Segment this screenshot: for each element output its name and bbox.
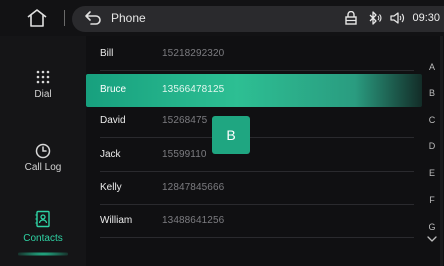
contact-number: 15218292320 xyxy=(162,48,225,59)
clock-icon xyxy=(35,143,51,159)
bluetooth-icon xyxy=(370,11,382,25)
contact-name: David xyxy=(100,115,126,126)
clock: 09:30 xyxy=(412,12,440,24)
contact-name: William xyxy=(100,215,133,226)
contact-row[interactable]: William 13488641256 xyxy=(100,205,414,238)
contact-row[interactable]: Kelly 12847845666 xyxy=(100,172,414,205)
page-title: Phone xyxy=(111,11,146,25)
sidebar-item-call-log[interactable]: Call Log xyxy=(0,138,86,188)
contact-name: Jack xyxy=(100,149,121,160)
phone-app-screen: Phone 09:30 Dial Call Log Contacts Bill … xyxy=(0,0,444,266)
volume-icon xyxy=(390,12,405,24)
sidebar: Dial Call Log Contacts xyxy=(0,36,86,266)
contact-name: Bruce xyxy=(100,84,127,95)
chevron-down-icon[interactable] xyxy=(426,234,438,244)
lock-icon xyxy=(345,11,358,25)
sidebar-item-dial[interactable]: Dial xyxy=(0,66,86,116)
contact-list[interactable]: Bill 15218292320 Bruce 13566478125 David… xyxy=(86,36,424,266)
contact-number: 15268475 xyxy=(162,115,208,126)
status-icons: 09:30 xyxy=(343,10,440,26)
contact-number: 15599110 xyxy=(162,149,207,160)
contact-row[interactable]: Bill 15218292320 xyxy=(100,38,414,71)
dialpad-icon xyxy=(36,70,50,84)
home-icon[interactable] xyxy=(26,8,48,28)
contact-row[interactable]: Jack 15599110 xyxy=(100,139,414,172)
sidebar-item-label: Call Log xyxy=(24,162,62,173)
sidebar-item-label: Dial xyxy=(34,89,52,100)
contact-name: Bill xyxy=(100,48,114,59)
status-bar: Phone 09:30 xyxy=(0,0,444,36)
letter-popup: B xyxy=(212,116,250,154)
active-indicator xyxy=(18,252,68,256)
contact-row[interactable]: David 15268475 xyxy=(100,105,414,138)
contacts-icon xyxy=(35,210,50,228)
contact-number: 13488641256 xyxy=(162,215,225,226)
sidebar-item-contacts[interactable]: Contacts xyxy=(0,206,86,256)
back-icon[interactable] xyxy=(84,9,102,27)
contact-number: 13566478125 xyxy=(162,84,225,95)
contact-row-selected[interactable]: Bruce 13566478125 xyxy=(86,74,422,107)
status-divider xyxy=(64,10,65,26)
sidebar-item-label: Contacts xyxy=(23,233,63,244)
contact-number: 12847845666 xyxy=(162,182,225,193)
contact-name: Kelly xyxy=(100,182,122,193)
scrollbar[interactable] xyxy=(440,36,443,266)
